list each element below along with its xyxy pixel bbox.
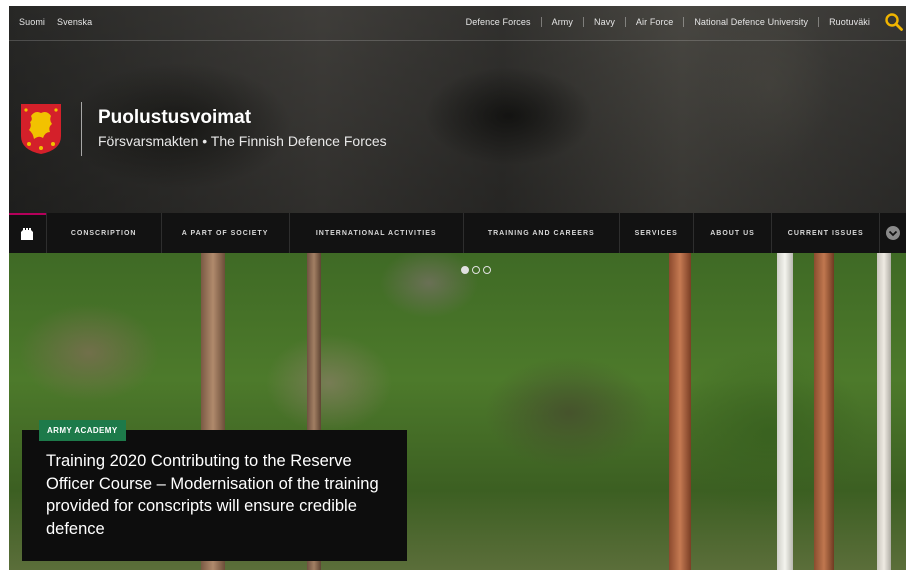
top-links: Defence Forces Army Navy Air Force Natio… [456,17,880,27]
toplink-national-defence-university[interactable]: National Defence University [683,17,818,27]
lion-crest-icon [21,104,61,154]
slider-dot[interactable] [461,266,469,274]
toplink-army[interactable]: Army [540,17,583,27]
nav-item-current-issues[interactable]: Current issues [771,213,879,253]
brand-text: Puolustusvoimat Försvarsmakten • The Fin… [98,107,387,151]
category-badge[interactable]: ARMY ACADEMY [39,420,126,441]
slider-dot[interactable] [483,266,491,274]
nav-item-international-activities[interactable]: International activities [288,213,463,253]
nav-home[interactable] [9,213,46,253]
lang-svenska[interactable]: Svenska [57,17,92,27]
home-icon [21,228,34,240]
tree-trunk [669,253,691,570]
top-bar: Suomi Svenska Defence Forces Army Navy A… [9,6,906,41]
nav-more[interactable] [879,213,906,253]
header-banner: Suomi Svenska Defence Forces Army Navy A… [9,6,906,213]
toplink-ruotuvaki[interactable]: Ruotuväki [818,17,880,27]
hero-headline[interactable]: Training 2020 Contributing to the Reserv… [46,450,386,540]
nav-item-a-part-of-society[interactable]: A part of society [160,213,289,253]
slider-dots [461,266,491,274]
slider-dot[interactable] [472,266,480,274]
toplink-navy[interactable]: Navy [583,17,625,27]
brand-divider [81,102,82,156]
nav-item-about-us[interactable]: About us [692,213,771,253]
search-icon[interactable] [884,12,904,32]
hero-slider[interactable]: ARMY ACADEMY Training 2020 Contributing … [9,253,906,570]
toplink-defence-forces[interactable]: Defence Forces [456,17,541,27]
chevron-down-icon [886,226,901,240]
tree-trunk [877,253,891,570]
toplink-air-force[interactable]: Air Force [624,17,683,27]
page: Suomi Svenska Defence Forces Army Navy A… [9,6,906,570]
language-switcher: Suomi Svenska [19,17,92,27]
nav-item-training-and-careers[interactable]: Training and careers [462,213,619,253]
nav-item-services[interactable]: Services [618,213,693,253]
brand[interactable]: Puolustusvoimat Försvarsmakten • The Fin… [19,102,387,156]
tree-trunk [777,253,793,570]
lang-suomi[interactable]: Suomi [19,17,45,27]
brand-name: Puolustusvoimat [98,107,252,128]
brand-subtitle: Försvarsmakten • The Finnish Defence For… [98,133,387,149]
nav-item-conscription[interactable]: Conscription [45,213,161,253]
tree-trunk [814,253,834,570]
main-nav: Conscription A part of society Internati… [9,213,906,253]
hero-caption[interactable]: Training 2020 Contributing to the Reserv… [22,430,407,561]
